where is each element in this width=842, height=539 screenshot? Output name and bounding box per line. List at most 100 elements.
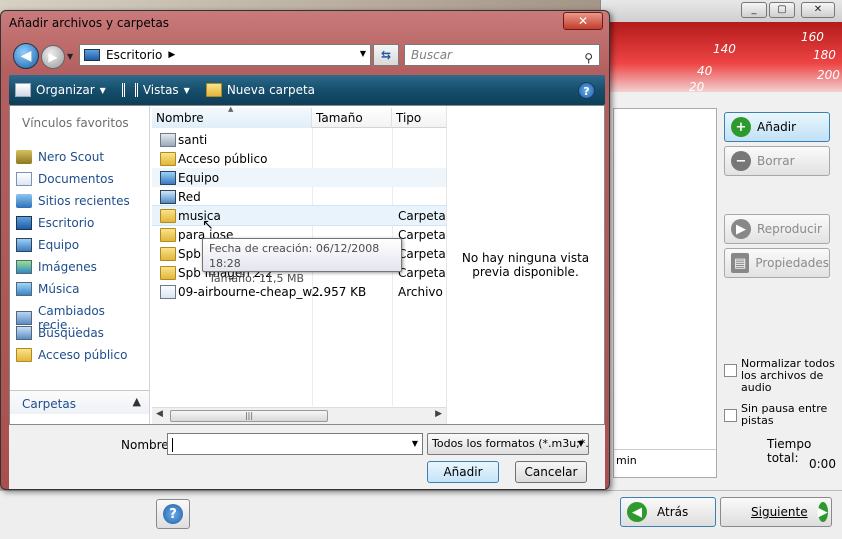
chevron-down-icon[interactable]: ▼: [412, 434, 418, 454]
list-item[interactable]: Red: [152, 187, 446, 206]
gauge-label: 160: [801, 30, 824, 44]
favorite-label: Escritorio: [38, 216, 95, 230]
computer-icon: [160, 170, 176, 185]
back-arrow-icon[interactable]: ◀: [13, 43, 39, 69]
favorite-pictures[interactable]: Imágenes: [16, 260, 97, 274]
arrow-right-icon: ▶: [817, 502, 828, 522]
file-name: Acceso público: [178, 151, 268, 166]
nero-properties-button[interactable]: ▤ Propiedades: [724, 248, 830, 278]
list-item[interactable]: santi: [152, 130, 446, 149]
views-icon: [121, 83, 138, 97]
scroll-right-icon[interactable]: ▶: [435, 409, 442, 419]
gauge-label: 20: [689, 80, 705, 92]
address-text: Escritorio: [106, 48, 163, 62]
checkbox-box[interactable]: [724, 364, 737, 377]
favorite-desktop[interactable]: Escritorio: [16, 216, 94, 230]
user-folder-icon: [160, 132, 176, 147]
address-bar[interactable]: Escritorio ▶: [79, 44, 371, 66]
dialog-close-button[interactable]: ✕: [563, 12, 603, 30]
back-button[interactable]: ◀ Atrás: [620, 497, 716, 527]
favorite-recent-places[interactable]: Sitios recientes: [16, 194, 130, 208]
search-icon[interactable]: ⚲: [584, 48, 593, 68]
breadcrumb-arrow-icon[interactable]: ▶: [168, 50, 175, 60]
scroll-thumb[interactable]: |||: [170, 410, 328, 422]
gauge-label: 40: [697, 64, 713, 78]
track-list[interactable]: min: [613, 108, 717, 478]
folder-icon: [160, 208, 176, 223]
folder-icon: [160, 246, 176, 261]
file-type: Carpeta d: [398, 246, 446, 261]
chevron-down-icon: ▼: [183, 85, 190, 95]
file-type: Archivo M: [398, 284, 446, 299]
text-caret: [172, 437, 173, 452]
timeline-label: min: [616, 454, 637, 467]
command-toolbar: Organizar ▼ Vistas ▼ Nueva carpeta ?: [9, 75, 605, 105]
filename-input[interactable]: ▼: [167, 433, 423, 455]
nero-add-button[interactable]: + Añadir: [724, 112, 830, 142]
tooltip-size: Tamaño: 11,5 MB: [209, 272, 305, 285]
nero-help-button[interactable]: ?: [156, 499, 190, 529]
properties-icon: ▤: [731, 253, 750, 273]
normalize-checkbox[interactable]: Normalizar todos los archivos de audio: [724, 358, 836, 394]
search-input[interactable]: Buscar ⚲: [404, 44, 600, 66]
file-size: 2.957 KB: [312, 284, 367, 299]
desktop-icon: [84, 49, 100, 61]
filename-label: Nombre:: [121, 438, 173, 452]
next-button[interactable]: Siguiente ▶: [720, 497, 832, 527]
nero-window: 160 180 140 40 20 200 _ ▢ ✕ min + Añadir…: [600, 0, 842, 539]
recent-places-icon: [16, 194, 32, 208]
file-type-select[interactable]: Todos los formatos (*.m3u;*.c ▼: [427, 433, 589, 455]
list-item[interactable]: Equipo: [152, 168, 446, 187]
help-icon[interactable]: ?: [578, 82, 595, 99]
tooltip-created: Fecha de creación: 06/12/2008 18:28: [209, 242, 380, 270]
horizontal-scrollbar[interactable]: ◀ ||| ▶: [152, 407, 446, 424]
file-name: Red: [178, 189, 201, 204]
checkbox-box[interactable]: [724, 409, 737, 422]
maximize-button[interactable]: ▢: [769, 2, 795, 18]
favorite-computer[interactable]: Equipo: [16, 238, 79, 252]
views-menu[interactable]: Vistas ▼: [121, 83, 190, 97]
cancel-button[interactable]: Cancelar: [515, 461, 587, 483]
history-dropdown-icon[interactable]: ▼: [67, 52, 73, 61]
favorite-nero-scout[interactable]: Nero Scout: [16, 150, 104, 164]
refresh-button[interactable]: ⇆: [373, 44, 399, 66]
nero-play-button[interactable]: ▶ Reproducir: [724, 214, 830, 244]
minimize-button[interactable]: _: [741, 2, 767, 18]
favorites-heading: Vínculos favoritos: [22, 116, 129, 130]
folders-toggle[interactable]: Carpetas ▲: [10, 390, 149, 414]
add-button[interactable]: Añadir: [427, 461, 499, 483]
column-size[interactable]: Tamaño: [312, 108, 392, 128]
dialog-bottom: Nombre: ▼ Todos los formatos (*.m3u;*.c …: [9, 425, 605, 489]
network-icon: [160, 189, 176, 204]
folder-icon: [160, 265, 176, 280]
nero-banner: 160 180 140 40 20 200: [601, 20, 842, 92]
list-item[interactable]: musica Carpeta d: [152, 205, 446, 226]
file-name: Equipo: [178, 170, 220, 185]
file-type-value: Todos los formatos (*.m3u;*.c: [432, 437, 589, 450]
gauge-label: 180: [813, 48, 836, 62]
address-dropdown-icon[interactable]: ▼: [355, 44, 371, 66]
favorite-label: Nero Scout: [38, 150, 105, 164]
organize-menu[interactable]: Organizar ▼: [15, 83, 106, 97]
nero-titlebar: _ ▢ ✕: [601, 0, 842, 22]
favorite-searches[interactable]: Búsquedas: [16, 326, 104, 340]
new-folder-button[interactable]: Nueva carpeta: [205, 83, 315, 97]
computer-icon: [16, 238, 32, 252]
favorite-music[interactable]: Música: [16, 282, 80, 296]
forward-arrow-icon[interactable]: ▶: [41, 45, 65, 69]
gauge-label: 140: [713, 42, 736, 56]
folder-icon: [160, 227, 176, 242]
list-item[interactable]: Acceso público: [152, 149, 446, 168]
favorite-label: Documentos: [38, 172, 114, 186]
column-type[interactable]: Tipo: [392, 108, 446, 128]
minus-icon: −: [731, 151, 751, 171]
nero-delete-button[interactable]: − Borrar: [724, 146, 830, 176]
scroll-left-icon[interactable]: ◀: [156, 409, 163, 419]
favorite-documents[interactable]: Documentos: [16, 172, 114, 186]
nero-close-button[interactable]: ✕: [801, 2, 835, 18]
column-size-label: Tamaño: [316, 111, 363, 125]
favorite-public[interactable]: Acceso público: [16, 348, 127, 362]
back-label: Atrás: [657, 505, 689, 519]
no-pause-checkbox[interactable]: Sin pausa entre pistas: [724, 403, 836, 427]
column-name[interactable]: Nombre ▲: [152, 106, 312, 128]
